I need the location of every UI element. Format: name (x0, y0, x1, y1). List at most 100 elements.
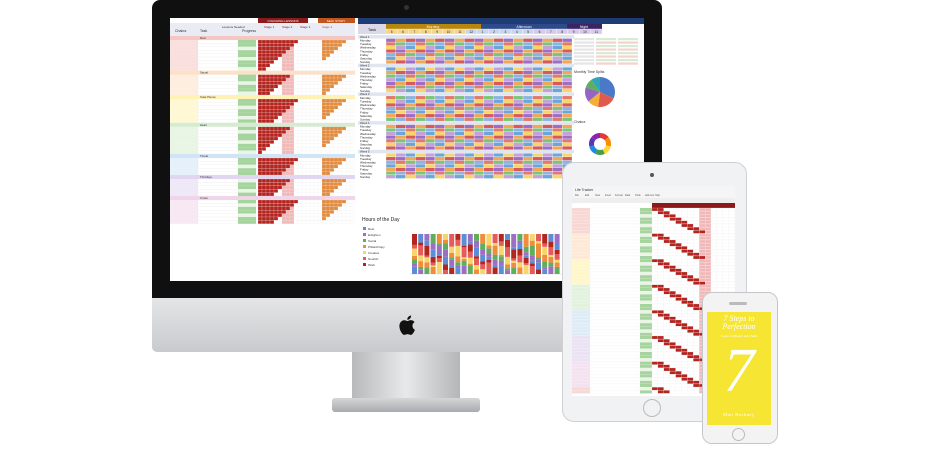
ipad-task-cell (589, 281, 641, 285)
progress-grid-cell (345, 56, 351, 61)
chakra-cell (170, 91, 198, 95)
ipad-grid-cell (663, 287, 670, 292)
schedule-cell (542, 106, 553, 111)
schedule-cell (425, 38, 436, 43)
stacked-bar-segment (486, 259, 492, 263)
task-cell (197, 189, 239, 193)
ipad-grid-cell (657, 323, 664, 327)
iphone-home-button[interactable] (732, 428, 745, 441)
schedule-cell (425, 99, 436, 104)
ipad-chakra-cell (572, 377, 590, 381)
progress-grid-cell (309, 189, 315, 193)
ipad-grid-cell (693, 227, 700, 231)
ipad-home-button[interactable] (643, 399, 661, 417)
progress-grid-cell (341, 98, 347, 103)
schedule-cell (513, 67, 524, 71)
schedule-cell (542, 160, 553, 165)
progress-grid-cell (261, 77, 267, 82)
chakra-cell (170, 200, 198, 204)
ipad-grid-cell (651, 243, 659, 247)
progress-grid-cell (349, 112, 355, 117)
chakra-cell (170, 147, 198, 151)
progress-grid-cell (345, 143, 351, 148)
progress-grid-cell (321, 220, 327, 224)
progress-grid-cell (333, 199, 339, 204)
progress-grid-cell (313, 39, 319, 44)
ipad-grid-cell (669, 377, 676, 381)
ipad-task-cell (589, 271, 641, 276)
progress-cell (238, 60, 256, 64)
stacked-bar-segment (542, 267, 548, 270)
stacked-bar-segment (474, 265, 479, 270)
progress-grid-cell (345, 60, 351, 64)
schedule-cell (473, 163, 485, 168)
schedule-cell (542, 99, 553, 104)
schedule-cell (562, 95, 573, 100)
progress-grid-cell (321, 60, 327, 64)
ipad-grid-cell (722, 259, 729, 263)
ipad-task-cell (589, 255, 641, 260)
ipad-grid-cell (710, 275, 718, 279)
progress-grid-cell (325, 199, 331, 204)
ipad-task-cell (589, 262, 641, 266)
progress-grid-cell (309, 74, 315, 79)
progress-grid-cell (257, 84, 263, 89)
progress-grid-cell (281, 115, 287, 120)
ipad-progress-cell (640, 326, 652, 330)
progress-grid-cell (285, 39, 291, 44)
progress-grid-cell (345, 81, 351, 85)
chakra-cell (170, 74, 198, 78)
schedule-cell (552, 167, 563, 172)
schedule-cell (562, 74, 573, 79)
ipad-grid-cell (693, 220, 700, 224)
progress-grid-cell (281, 203, 287, 207)
schedule-cell (542, 67, 553, 71)
chakra-title: Chakra (574, 120, 585, 124)
progress-cell (238, 88, 256, 92)
schedule-cell (434, 41, 445, 46)
stacked-bar-segment (449, 267, 455, 274)
progress-grid-cell (277, 84, 283, 89)
progress-grid-cell (297, 98, 303, 103)
progress-grid-cell (269, 147, 275, 151)
progress-grid-cell (349, 105, 355, 110)
ipad-grid-cell (675, 390, 682, 394)
progress-grid-cell (333, 150, 339, 155)
progress-grid-cell (297, 115, 303, 120)
progress-grid-cell (313, 102, 319, 106)
progress-grid-cell (265, 88, 271, 92)
ipad-grid-cell (663, 275, 670, 279)
schedule-cell (503, 117, 514, 122)
progress-grid-cell (285, 210, 291, 214)
ipad-grid-cell (705, 262, 712, 266)
ipad-grid-cell (728, 217, 735, 221)
ipad-grid-cell (651, 294, 659, 298)
progress-grid-cell (321, 98, 327, 103)
progress-grid-cell (317, 105, 323, 110)
schedule-cell (503, 74, 514, 79)
schedule-cell (483, 52, 494, 57)
progress-grid-cell (341, 63, 347, 68)
ipad-grid-cell (681, 358, 688, 362)
ipad-grid-cell (669, 220, 676, 224)
ipad-grid-cell (675, 367, 682, 372)
schedule-cell (532, 70, 543, 75)
ipad-menu-item: Tools (635, 194, 641, 197)
ipad-grid-cell (675, 351, 682, 356)
progress-grid-cell (265, 60, 271, 64)
progress-grid-cell (345, 157, 351, 162)
stacked-bar-segment (492, 264, 498, 268)
schedule-cell (415, 146, 426, 150)
schedule-cell (483, 88, 494, 93)
schedule-cell (542, 74, 553, 79)
progress-grid-cell (337, 46, 343, 51)
progress-grid-cell (325, 147, 331, 151)
ipad-grid-cell (687, 355, 694, 359)
progress-grid-cell (325, 67, 331, 71)
ipad-grid-cell (681, 323, 688, 327)
schedule-cell (454, 74, 465, 79)
schedule-cell (405, 38, 416, 43)
schedule-cell (532, 67, 543, 71)
progress-grid-cell (297, 140, 303, 144)
progress-grid-cell (281, 105, 287, 110)
